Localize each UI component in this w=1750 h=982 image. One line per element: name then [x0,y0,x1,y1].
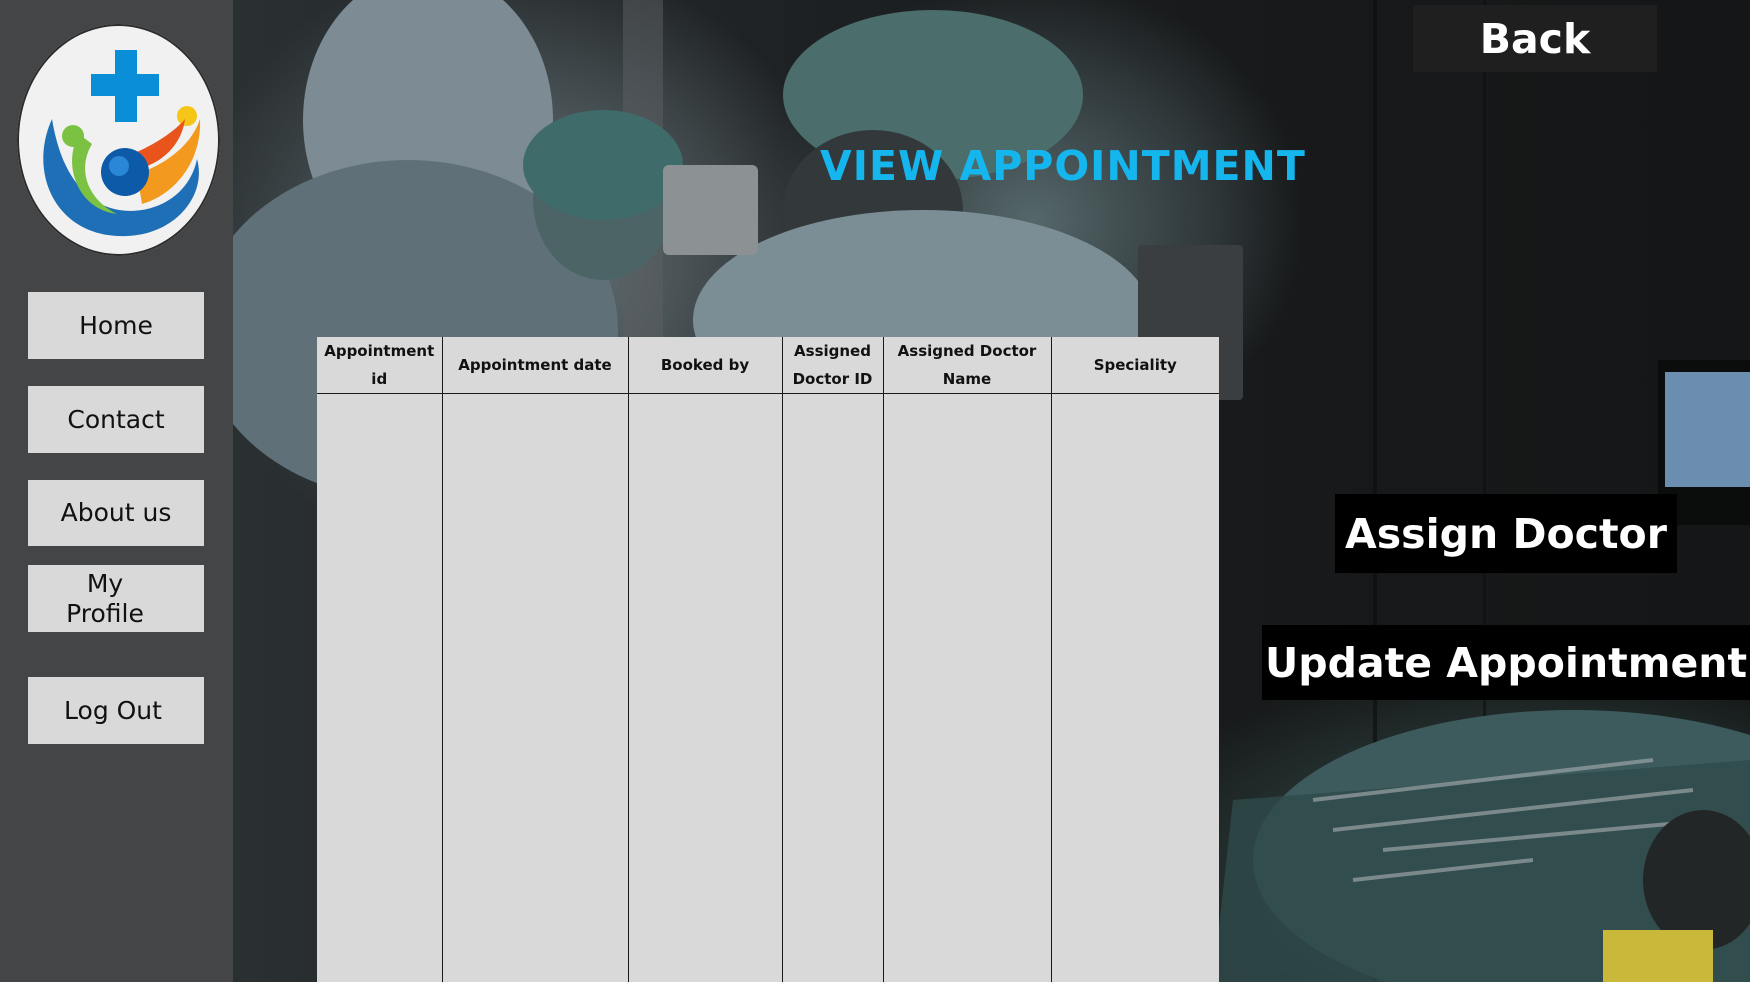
nav-home-button[interactable]: Home [28,292,204,359]
nav-logout-label: Log Out [64,695,162,725]
table-cell [442,393,629,982]
column-header-assigned-doctor-name: Assigned Doctor Name [883,337,1052,394]
column-header-appointment-date: Appointment date [442,337,629,394]
column-header-assigned-doctor-id: Assigned Doctor ID [782,337,884,394]
table-cell [317,393,443,982]
appointments-table: Appointment id Appointment date Booked b… [317,337,1219,982]
table-cell [782,393,884,982]
table-cell [628,393,783,982]
column-header-appointment-id: Appointment id [317,337,443,394]
column-header-speciality: Speciality [1051,337,1219,394]
clinic-logo [17,24,220,256]
sidebar: Home Contact About us My Profile Log Out [0,0,233,982]
table-cell [883,393,1052,982]
nav-logout-button[interactable]: Log Out [28,677,204,744]
nav-profile-label-line1: My [86,568,124,598]
table-cell [1051,394,1219,982]
nav-contact-button[interactable]: Contact [28,386,204,453]
nav-profile-label-line2: Profile [66,598,144,628]
nav-contact-label: Contact [67,404,165,434]
nav-home-label: Home [79,310,153,340]
table-empty-body [317,393,1219,982]
update-appointment-button[interactable]: Update Appointment [1262,625,1750,700]
table-header-row: Appointment id Appointment date Booked b… [317,337,1219,394]
nav-about-label: About us [60,498,172,527]
page-title: VIEW APPOINTMENT [820,142,1306,190]
column-header-booked-by: Booked by [628,337,783,394]
nav-about-button[interactable]: About us [28,480,204,546]
back-button[interactable]: Back [1413,5,1657,72]
nav-profile-button[interactable]: My Profile [28,565,204,632]
assign-doctor-button[interactable]: Assign Doctor [1335,494,1677,573]
